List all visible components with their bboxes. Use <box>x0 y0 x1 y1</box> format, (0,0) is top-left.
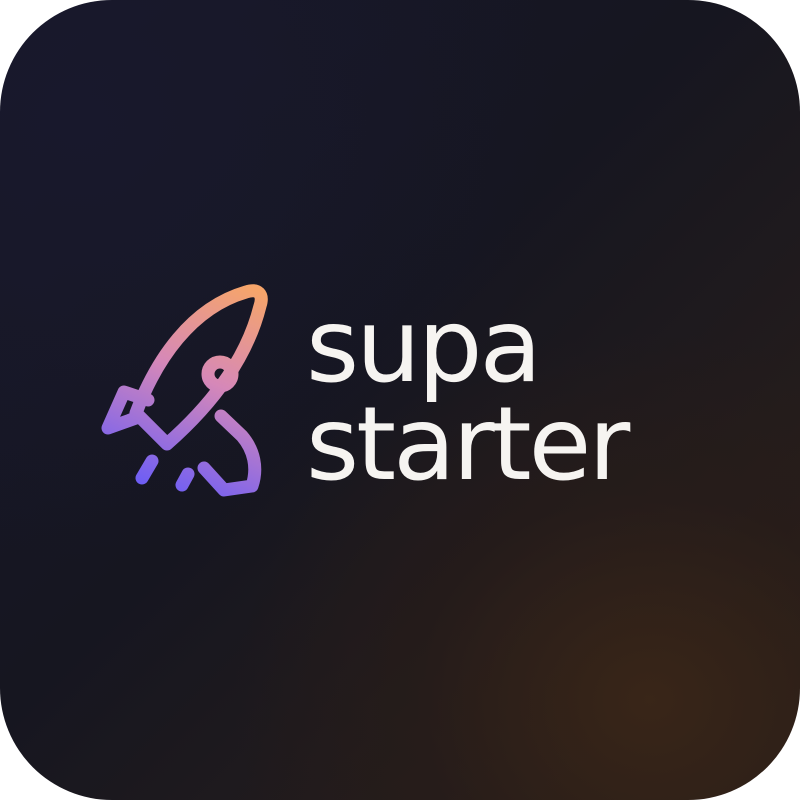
wordmark-line-2: starter <box>306 385 630 504</box>
wordmark: supa starter <box>306 296 726 506</box>
wordmark-line-1: supa <box>306 287 542 406</box>
app-icon-tile: supa starter <box>0 0 800 800</box>
rocket-icon <box>101 284 268 497</box>
